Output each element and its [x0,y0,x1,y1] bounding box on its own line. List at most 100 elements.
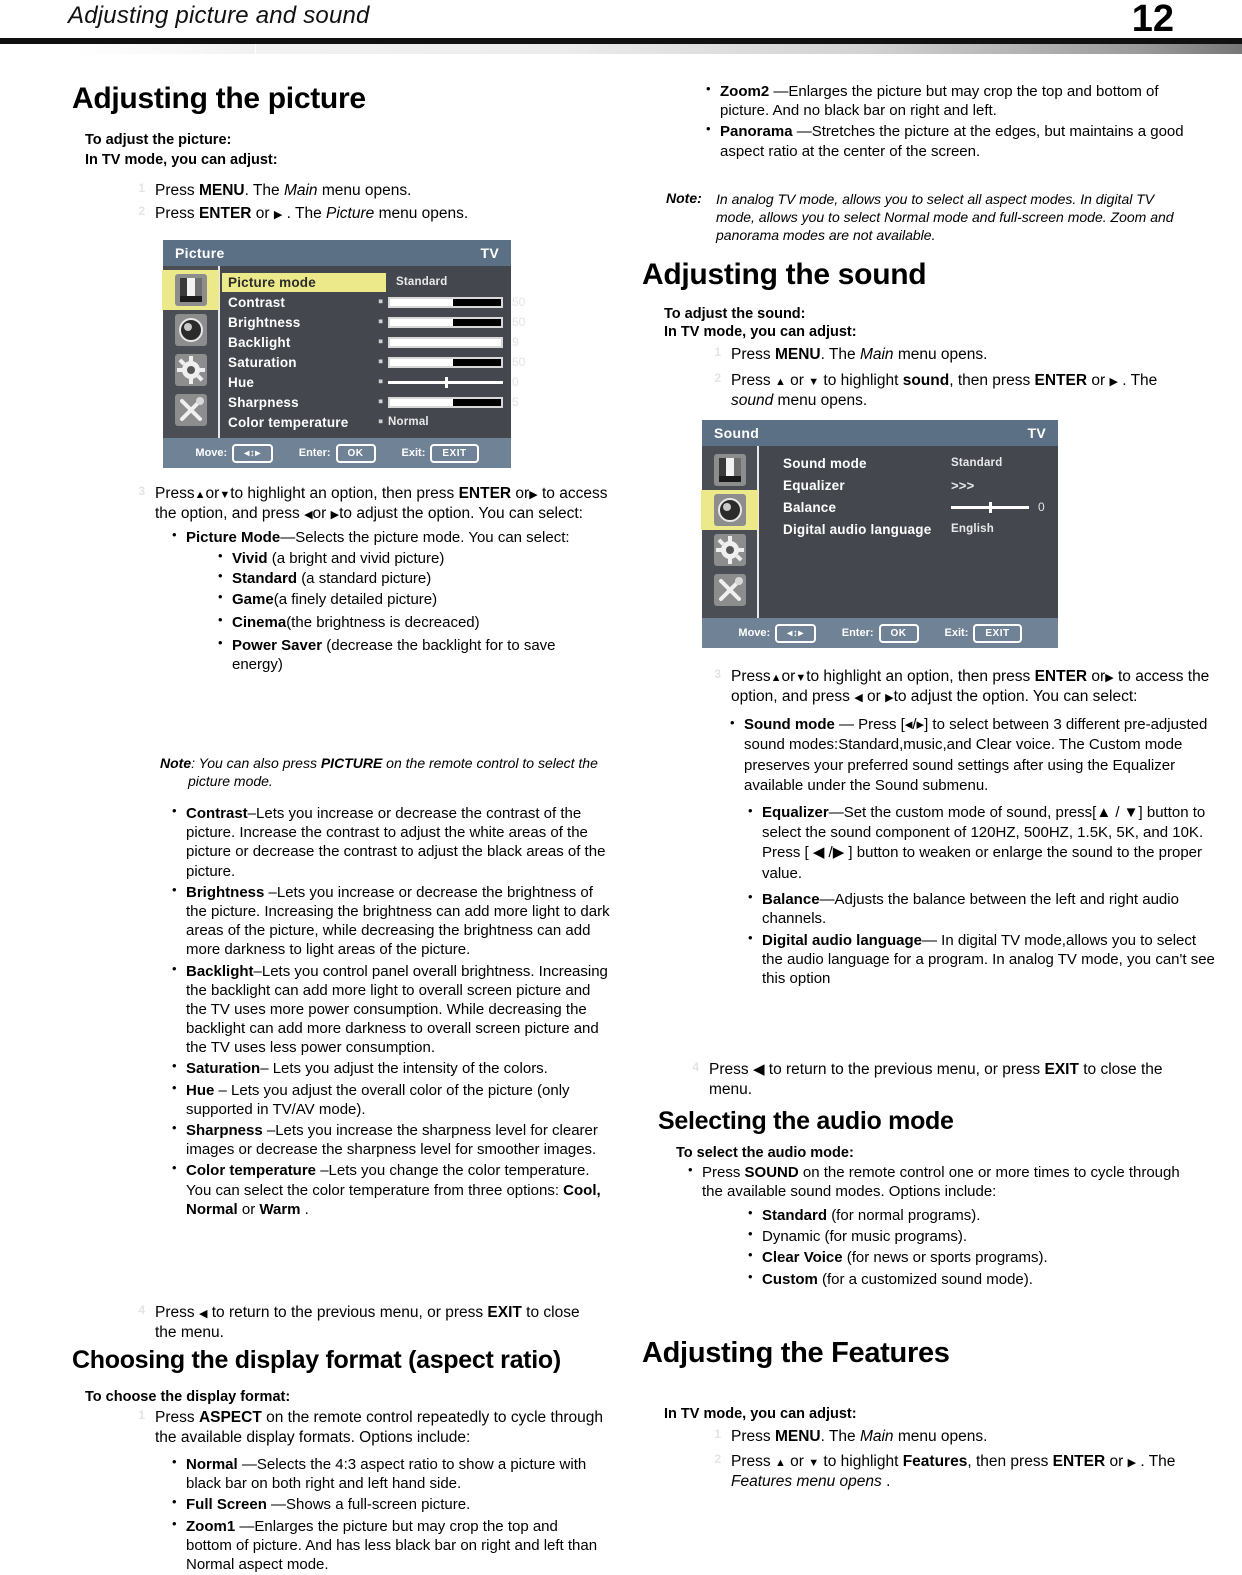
bullet-zoom1: Zoom1 —Enlarges the picture but may crop… [170,1516,600,1575]
sound-osd-menu[interactable]: Sound TV Sound mode Standard Equalizer >… [701,420,1058,648]
osd-row-saturation[interactable]: Saturation ▪ 50 [220,352,525,372]
header-gradient-bar [0,44,1242,54]
osd-row-hue[interactable]: Hue ▪ 0 [220,372,525,392]
osd-slider-center[interactable] [388,376,503,388]
aspect-options-continued: Zoom2 —Enlarges the picture but may crop… [704,81,1184,162]
step-number: 2 [138,204,145,219]
bullet-sharpness: Sharpness –Lets you increase the sharpne… [170,1120,610,1159]
option-name: Backlight [186,962,254,980]
osd-icon-sound[interactable] [701,490,758,530]
osd-icon-tools[interactable] [701,570,758,610]
osd-slider[interactable] [388,396,503,408]
osd-exit-key[interactable]: EXIT [430,443,479,463]
osd-row-label: Contrast [228,294,286,310]
osd-row-digital-audio-language[interactable]: Digital audio language English [775,518,1058,540]
osd-row-value: 5 [512,395,519,409]
to-select-audio-mode-label: To select the audio mode: [676,1145,854,1161]
osd-icon-tools[interactable] [162,390,219,430]
osd-row-value: 0 [512,375,519,389]
picture-mode-name: Vivid [232,550,268,568]
bullet-standard: Standard (for normal programs). [746,1205,1196,1225]
option-name: Equalizer [762,803,829,821]
osd-row-value: Normal [388,416,429,428]
tools-icon [713,574,746,606]
osd-row-picture-mode[interactable]: Picture mode Standard [220,272,525,292]
picture-mode-name: Power Saver [232,636,323,654]
picture-options-list: Contrast–Lets you increase or decrease t… [170,803,610,1220]
bullet-press-sound: Press SOUND on the remote control one or… [686,1162,1186,1201]
osd-slider[interactable] [388,316,503,328]
picture-mode-sublist: Vivid (a bright and vivid picture) Stand… [216,548,610,674]
osd-icon-sidebar [701,446,759,618]
osd-move-hint: Move: ◂↕▸ [738,623,816,643]
bullet-color-temperature: Color temperature –Lets you change the c… [170,1160,610,1219]
step-number: 3 [138,484,145,498]
features-step-2: 2 Press ▲ or ▼ to highlight Features, th… [686,1452,1196,1492]
osd-row-label: Color temperature [228,414,349,430]
osd-row-sound-mode[interactable]: Sound mode Standard [775,452,1058,474]
osd-row-contrast[interactable]: Contrast ▪ 50 [220,292,525,312]
heading-adjusting-features: Adjusting the Features [642,1337,950,1369]
sound-step-1: 1 Press MENU. The Main menu opens. [686,345,1166,365]
settings-gear-icon [174,354,207,386]
bullet-sound-mode: Sound mode — Press [◂/▸] to select betwe… [728,714,1218,797]
list-item: Cinema(the brightness is decreaced) [216,612,610,632]
option-name: Balance [762,891,820,909]
osd-slider[interactable] [388,296,503,308]
osd-icon-sound[interactable] [162,310,219,350]
list-item: Standard (a standard picture) [216,568,610,588]
picture-step-3: 3 Press▲or▼to highlight an option, then … [110,484,620,524]
osd-icon-settings[interactable] [162,350,219,390]
osd-exit-key[interactable]: EXIT [973,623,1022,643]
in-tv-mode-label: In TV mode, you can adjust: [664,324,857,340]
osd-row-value: 0 [1038,500,1045,514]
osd-row-label: Saturation [228,354,297,370]
osd-icon-picture[interactable] [162,270,219,310]
step-text: Press▲or▼to highlight an option, then pr… [155,485,608,523]
step-number: 2 [714,1452,721,1466]
option-desc: —Adjusts the balance between the left an… [762,891,1179,928]
osd-row-color-temperature[interactable]: Color temperature ▪ Normal [220,412,525,432]
step-number: 1 [138,181,145,196]
osd-enter-key[interactable]: OK [878,623,919,643]
step-number: 1 [138,1408,145,1422]
osd-slider-center[interactable] [951,501,1029,513]
osd-icon-settings[interactable] [701,530,758,570]
audio-modes-list: Standard (for normal programs). Dynamic … [746,1205,1196,1290]
option-name: Saturation [186,1060,261,1078]
osd-row-balance[interactable]: Balance 0 [775,496,1058,518]
heading-selecting-audio-mode: Selecting the audio mode [658,1107,954,1135]
osd-row-sharpness[interactable]: Sharpness ▪ 5 [220,392,525,412]
option-desc: – Lets you adjust the intensity of the c… [260,1060,548,1078]
option-desc: —Set the custom mode of sound, press[▲ /… [762,803,1206,882]
osd-rows: Picture mode Standard Contrast ▪ 50 Brig… [220,266,525,438]
osd-icon-picture[interactable] [701,450,758,490]
step-text: Press ◀ to return to the previous menu, … [709,1061,1163,1099]
osd-row-backlight[interactable]: Backlight ▪ 9 [220,332,525,352]
option-desc: —Shows a full-screen picture. [271,1496,471,1514]
picture-osd-menu[interactable]: Picture TV Picture mode Standard Contras… [162,240,525,468]
osd-move-key[interactable]: ◂↕▸ [232,443,273,463]
picture-step-1: 1 Press MENU. The Main menu opens. [110,181,580,201]
osd-row-equalizer[interactable]: Equalizer >>> [775,474,1058,496]
osd-row-value: >>> [951,477,975,493]
osd-move-hint: Move: ◂↕▸ [195,443,273,463]
audio-mode-name: Clear Voice [762,1249,847,1267]
osd-slider[interactable] [388,336,503,348]
osd-move-key[interactable]: ◂↕▸ [775,623,816,643]
option-name: Normal [186,1456,242,1473]
note-text: : You can also press PICTURE on the remo… [191,755,598,771]
osd-enter-key[interactable]: OK [335,443,376,463]
option-desc: –Lets you increase or decrease the contr… [186,805,606,880]
heading-choosing-display-format: Choosing the display format (aspect rati… [72,1346,561,1374]
step-text: Press MENU. The Main menu opens. [155,182,412,200]
option-name: Full Screen [186,1496,272,1514]
osd-body: Picture mode Standard Contrast ▪ 50 Brig… [162,266,525,438]
osd-source-label: TV [480,245,499,261]
osd-source-label: TV [1027,425,1046,441]
osd-title-bar: Picture TV [163,240,511,266]
bullet-backlight: Backlight–Lets you control panel overall… [170,961,610,1058]
osd-slider[interactable] [388,356,503,368]
note-text: In analog TV mode, allows you to select … [716,191,1174,244]
osd-row-brightness[interactable]: Brightness ▪ 50 [220,312,525,332]
